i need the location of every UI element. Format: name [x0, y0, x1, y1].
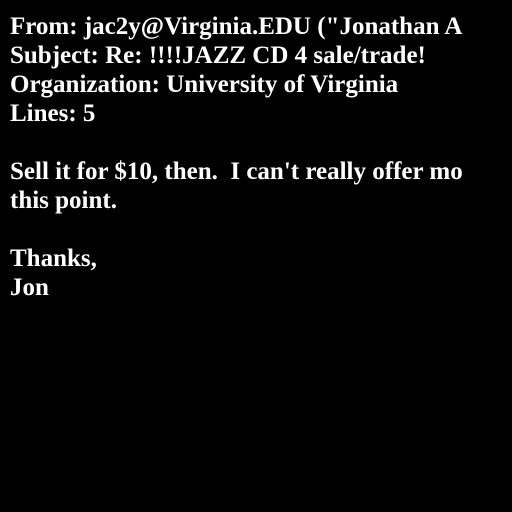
body-line-2: this point.: [10, 187, 117, 214]
header-from: From: jac2y@Virginia.EDU ("Jonathan A: [10, 13, 463, 40]
message-view: From: jac2y@Virginia.EDU ("Jonathan A Su…: [0, 0, 512, 512]
body-line-1: Sell it for $10, then. I can't really of…: [10, 158, 463, 185]
body-line-3: Thanks,: [10, 245, 97, 272]
header-subject: Subject: Re: !!!!JAZZ CD 4 sale/trade!: [10, 42, 426, 69]
body-line-4: Jon: [10, 274, 49, 301]
header-organization: Organization: University of Virginia: [10, 71, 399, 98]
header-lines: Lines: 5: [10, 100, 96, 127]
